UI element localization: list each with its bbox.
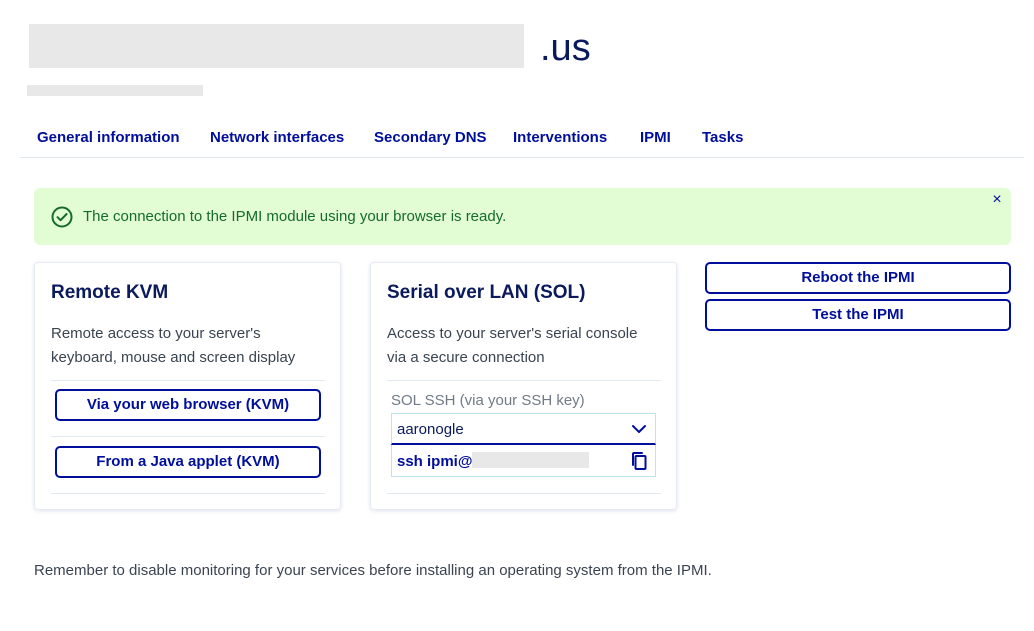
tab-interventions[interactable]: Interventions <box>513 129 607 146</box>
divider <box>51 380 325 381</box>
divider <box>387 493 661 494</box>
remote-kvm-card: Remote KVM Remote access to your server'… <box>34 262 341 510</box>
copy-icon[interactable] <box>630 451 648 471</box>
success-alert: The connection to the IPMI module using … <box>34 188 1011 245</box>
tab-ipmi[interactable]: IPMI <box>640 129 671 146</box>
card-description: Remote access to your server's keyboard,… <box>51 325 296 366</box>
serial-over-lan-card: Serial over LAN (SOL) Access to your ser… <box>370 262 677 510</box>
tab-network-interfaces[interactable]: Network interfaces <box>210 129 344 146</box>
ssh-command-field[interactable]: ssh ipmi@ <box>391 445 656 477</box>
ssh-key-select[interactable]: aaronogle <box>391 413 656 445</box>
card-title: Serial over LAN (SOL) <box>387 282 586 303</box>
chevron-down-icon <box>632 425 646 433</box>
tab-tasks[interactable]: Tasks <box>702 129 743 146</box>
reboot-ipmi-button[interactable]: Reboot the IPMI <box>705 262 1011 294</box>
ssh-key-select-value: aaronogle <box>397 421 464 438</box>
card-description: Access to your server's serial console v… <box>387 325 638 366</box>
ssh-host-redacted <box>472 452 589 468</box>
divider <box>387 380 661 381</box>
server-name-redacted <box>29 24 524 68</box>
page-title-suffix: .us <box>540 27 591 69</box>
card-title: Remote KVM <box>51 282 169 303</box>
alert-message: The connection to the IPMI module using … <box>83 208 507 225</box>
tab-bar: General information Network interfaces S… <box>20 118 1024 158</box>
divider <box>51 436 325 437</box>
sol-ssh-label: SOL SSH (via your SSH key) <box>391 392 585 409</box>
divider <box>51 493 325 494</box>
tab-secondary-dns[interactable]: Secondary DNS <box>374 129 487 146</box>
server-subtitle-redacted <box>27 85 203 96</box>
tab-general-information[interactable]: General information <box>37 129 180 146</box>
ssh-command-text: ssh ipmi@ <box>397 453 473 470</box>
monitoring-reminder: Remember to disable monitoring for your … <box>34 562 712 579</box>
check-circle-icon <box>51 206 73 228</box>
kvm-web-browser-button[interactable]: Via your web browser (KVM) <box>55 389 321 421</box>
test-ipmi-button[interactable]: Test the IPMI <box>705 299 1011 331</box>
kvm-java-applet-button[interactable]: From a Java applet (KVM) <box>55 446 321 478</box>
close-icon[interactable]: × <box>989 192 1005 208</box>
